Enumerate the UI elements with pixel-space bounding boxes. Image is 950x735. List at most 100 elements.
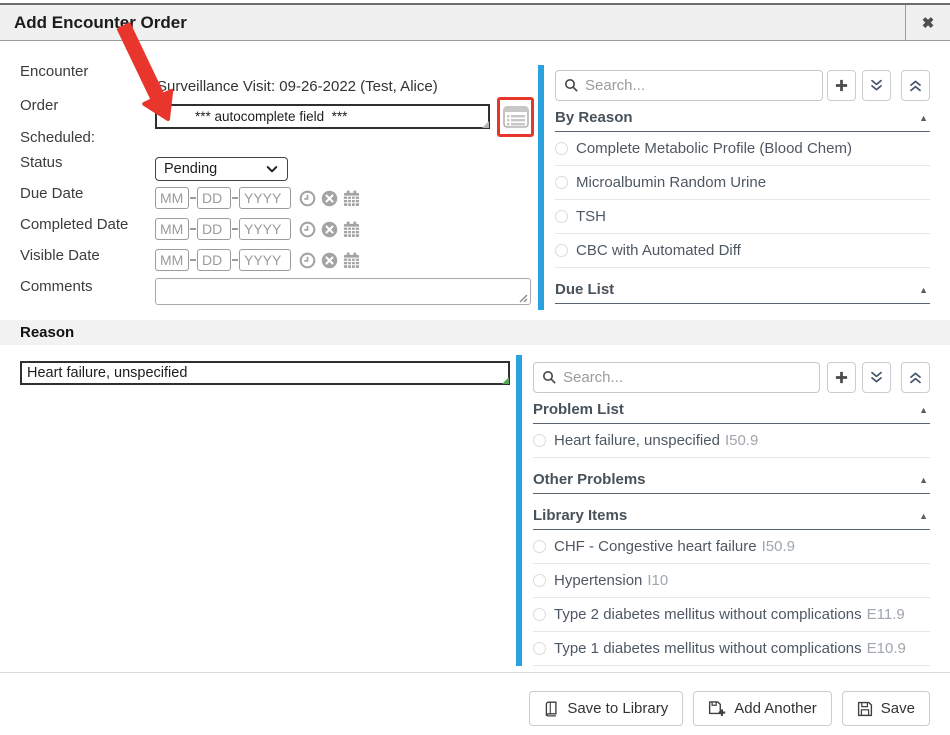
plus-icon — [834, 370, 849, 385]
order-search-box — [555, 70, 823, 101]
plus-icon — [834, 78, 849, 93]
list-item[interactable]: CHF - Congestive heart failure I50.9 — [533, 530, 930, 564]
date-dash — [232, 228, 238, 230]
clock-icon[interactable] — [299, 221, 316, 238]
list-item[interactable]: Type 2 diabetes mellitus without complic… — [533, 598, 930, 632]
order-list-picker-button[interactable] — [501, 101, 531, 133]
double-chevron-up-icon — [908, 370, 923, 385]
due-date-mm-input[interactable] — [155, 187, 189, 209]
icd-code: E11.9 — [867, 606, 905, 623]
order-autocomplete-input[interactable] — [155, 104, 490, 129]
reason-input-resize-handle — [502, 377, 509, 384]
radio-circle-icon — [555, 210, 568, 223]
visible-date-label: Visible Date — [20, 247, 100, 264]
list-item[interactable]: Microalbumin Random Urine — [555, 166, 930, 200]
reason-search-box — [533, 362, 820, 393]
collapse-triangle-icon: ▲ — [919, 405, 930, 415]
radio-circle-icon — [555, 142, 568, 155]
add-another-button[interactable]: Add Another — [693, 691, 832, 726]
list-item[interactable]: Type 1 diabetes mellitus without complic… — [533, 632, 930, 666]
save-to-library-button[interactable]: Save to Library — [529, 691, 683, 726]
close-button[interactable]: ✖ — [905, 5, 950, 40]
date-dash — [190, 259, 196, 261]
status-select[interactable]: Pending — [155, 157, 288, 181]
order-search-input[interactable] — [585, 77, 814, 94]
reason-section-header: Reason — [0, 320, 950, 345]
list-item[interactable]: Heart failure, unspecified I50.9 — [533, 424, 930, 458]
encounter-label: Encounter — [20, 63, 88, 80]
clock-icon[interactable] — [299, 190, 316, 207]
clear-icon[interactable] — [321, 252, 338, 269]
scheduled-label: Scheduled: — [20, 129, 95, 146]
expand-all-button[interactable] — [862, 70, 891, 101]
section-header-due-list[interactable]: Due List ▲ — [555, 276, 930, 304]
collapse-triangle-icon: ▲ — [919, 113, 930, 123]
icd-code: E10.9 — [867, 640, 906, 657]
double-chevron-up-icon — [908, 78, 923, 93]
dialog-title: Add Encounter Order — [14, 13, 187, 33]
calendar-icon[interactable] — [343, 190, 360, 207]
dialog-titlebar: Add Encounter Order ✖ — [0, 3, 950, 41]
reason-search-input[interactable] — [563, 369, 811, 386]
radio-circle-icon — [533, 434, 546, 447]
completed-date-row — [155, 217, 360, 241]
calendar-icon[interactable] — [343, 252, 360, 269]
clock-icon[interactable] — [299, 252, 316, 269]
icd-code: I50.9 — [725, 432, 758, 449]
section-header-library-items[interactable]: Library Items ▲ — [533, 502, 930, 530]
status-label: Status — [20, 154, 63, 171]
search-icon — [542, 370, 557, 385]
list-item[interactable]: TSH — [555, 200, 930, 234]
clear-icon[interactable] — [321, 190, 338, 207]
radio-circle-icon — [555, 244, 568, 257]
save-plus-icon — [708, 700, 726, 717]
due-date-yyyy-input[interactable] — [239, 187, 291, 209]
add-order-button[interactable] — [827, 70, 856, 101]
visible-date-yyyy-input[interactable] — [239, 249, 291, 271]
due-date-label: Due Date — [20, 185, 83, 202]
radio-circle-icon — [533, 642, 546, 655]
due-date-dd-input[interactable] — [197, 187, 231, 209]
section-header-by-reason[interactable]: By Reason ▲ — [555, 104, 930, 132]
visible-date-mm-input[interactable] — [155, 249, 189, 271]
date-dash — [190, 197, 196, 199]
clear-icon[interactable] — [321, 221, 338, 238]
date-dash — [232, 259, 238, 261]
section-header-other-problems[interactable]: Other Problems ▲ — [533, 466, 930, 494]
comments-textarea[interactable] — [155, 278, 531, 305]
collapse-triangle-icon: ▲ — [919, 511, 930, 521]
book-icon — [544, 701, 559, 717]
collapse-triangle-icon: ▲ — [919, 475, 930, 485]
completed-date-yyyy-input[interactable] — [239, 218, 291, 240]
double-chevron-down-icon — [869, 78, 884, 93]
panel-divider-bar — [538, 65, 544, 310]
completed-date-label: Completed Date — [20, 216, 128, 233]
icd-code: I50.9 — [762, 538, 795, 555]
list-item[interactable]: Hypertension I10 — [533, 564, 930, 598]
expand-all-button[interactable] — [862, 362, 891, 393]
order-input-resize-handle — [482, 121, 489, 128]
visible-date-dd-input[interactable] — [197, 249, 231, 271]
comments-label: Comments — [20, 278, 93, 295]
list-item[interactable]: Complete Metabolic Profile (Blood Chem) — [555, 132, 930, 166]
list-item[interactable]: CBC with Automated Diff — [555, 234, 930, 268]
radio-circle-icon — [533, 574, 546, 587]
calendar-icon[interactable] — [343, 221, 360, 238]
add-reason-button[interactable] — [827, 362, 856, 393]
footer-divider — [0, 672, 950, 673]
double-chevron-down-icon — [869, 370, 884, 385]
section-header-problem-list[interactable]: Problem List ▲ — [533, 396, 930, 424]
panel-divider-bar — [516, 355, 522, 666]
collapse-all-button[interactable] — [901, 70, 930, 101]
collapse-all-button[interactable] — [901, 362, 930, 393]
reason-autocomplete-input[interactable] — [20, 361, 510, 385]
icd-code: I10 — [647, 572, 668, 589]
date-dash — [190, 228, 196, 230]
add-encounter-order-dialog: Add Encounter Order ✖ Encounter Order Sc… — [0, 0, 950, 735]
collapse-triangle-icon: ▲ — [919, 285, 930, 295]
completed-date-mm-input[interactable] — [155, 218, 189, 240]
order-label: Order — [20, 97, 58, 114]
completed-date-dd-input[interactable] — [197, 218, 231, 240]
encounter-value: Surveillance Visit: 09-26-2022 (Test, Al… — [157, 78, 438, 95]
save-button[interactable]: Save — [842, 691, 930, 726]
